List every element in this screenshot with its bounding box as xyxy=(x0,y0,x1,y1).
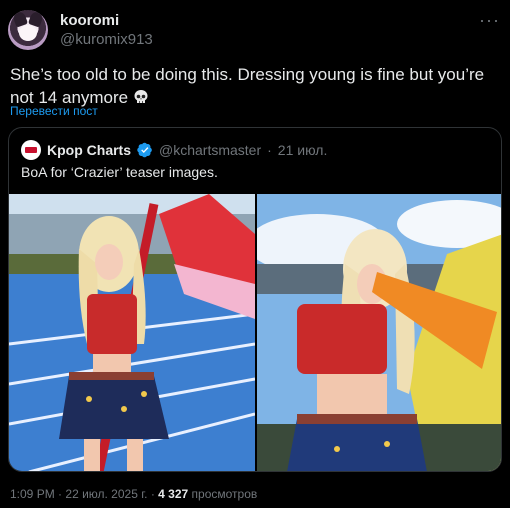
quoted-separator: · xyxy=(267,142,272,158)
meta-separator: · xyxy=(150,487,155,501)
tweet-date[interactable]: 22 июл. 2025 г. xyxy=(65,487,147,501)
author-display-name[interactable]: kooromi xyxy=(60,12,119,29)
views-label: просмотров xyxy=(191,487,258,501)
quoted-author-avatar[interactable] xyxy=(21,140,41,160)
views-count: 4 327 xyxy=(158,487,189,501)
quoted-tweet-text: BoA for ‘Crazier’ teaser images. xyxy=(21,164,218,180)
tweet-body: She’s too old to be doing this. Dressing… xyxy=(10,65,485,107)
quoted-tweet-header: Kpop Charts @kchartsmaster · 21 июл. xyxy=(21,140,327,160)
tweet-text: She’s too old to be doing this. Dressing… xyxy=(10,63,500,109)
avatar-face xyxy=(19,25,37,41)
quoted-handle[interactable]: @kchartsmaster xyxy=(159,142,261,158)
quoted-date[interactable]: 21 июл. xyxy=(278,142,328,158)
skull-icon xyxy=(134,90,148,103)
author-avatar[interactable] xyxy=(8,10,48,50)
quoted-tweet[interactable]: Kpop Charts @kchartsmaster · 21 июл. BoA… xyxy=(8,127,502,472)
teaser-photo-2 xyxy=(257,194,501,471)
quoted-display-name[interactable]: Kpop Charts xyxy=(47,142,131,158)
translate-post-link[interactable]: Перевести пост xyxy=(10,104,98,118)
teaser-image-1[interactable] xyxy=(9,194,255,471)
author-handle[interactable]: @kuromix913 xyxy=(60,31,153,48)
meta-separator: · xyxy=(58,487,63,501)
teaser-image-2[interactable] xyxy=(257,194,501,471)
tweet-meta: 1:09 PM · 22 июл. 2025 г. · 4 327 просмо… xyxy=(10,487,257,501)
tweet-time[interactable]: 1:09 PM xyxy=(10,487,55,501)
tweet-header: kooromi @kuromix913 ··· xyxy=(8,8,502,50)
verified-badge-icon xyxy=(137,142,152,158)
teaser-photo-1 xyxy=(9,194,255,471)
more-options-icon[interactable]: ··· xyxy=(479,10,500,31)
